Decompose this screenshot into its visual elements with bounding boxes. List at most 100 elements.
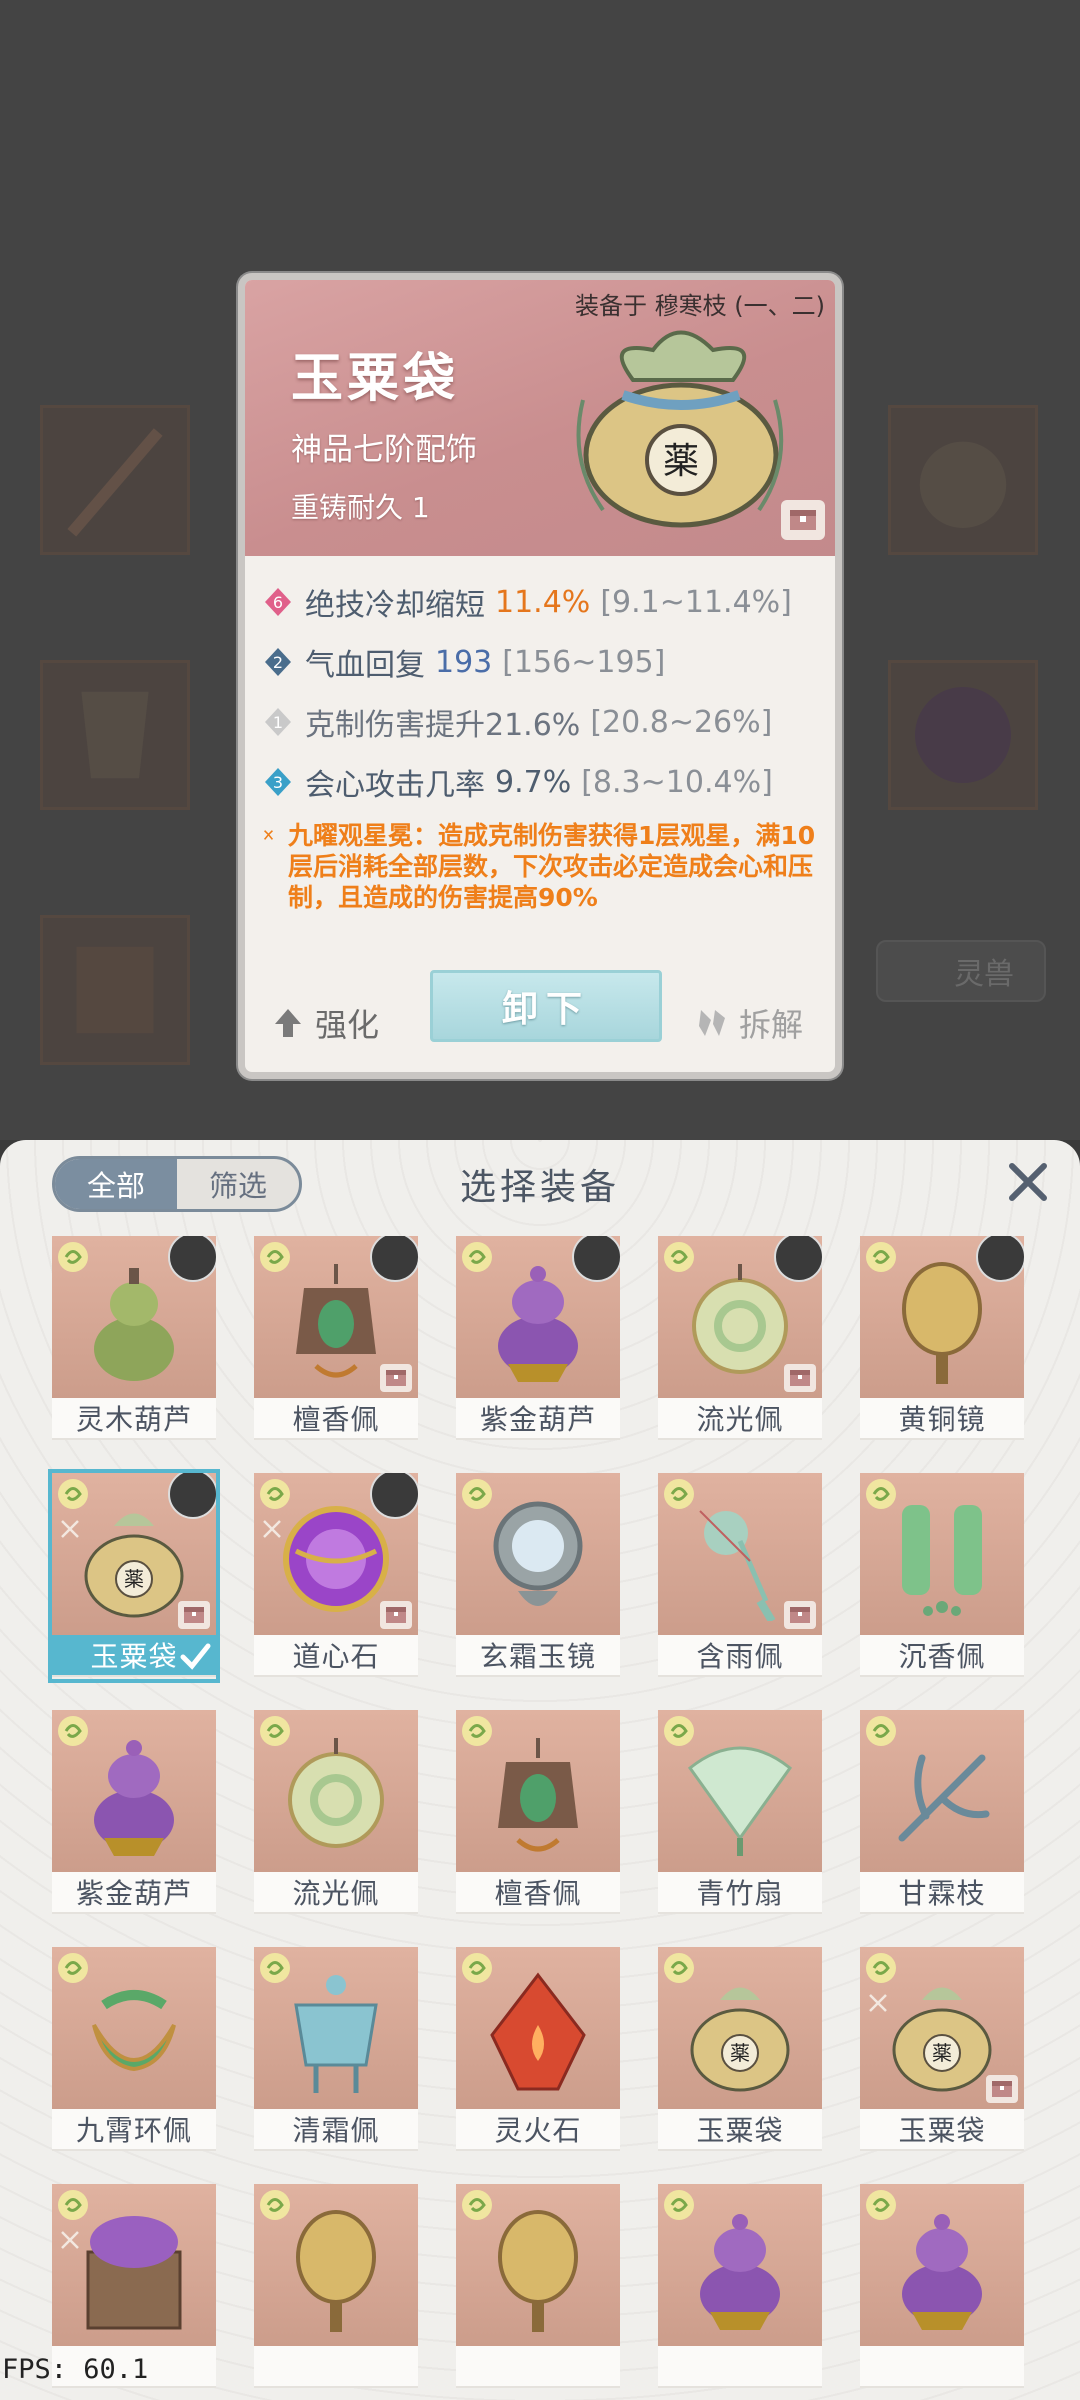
branch-icon: [898, 1754, 990, 1842]
equipment-item[interactable]: 檀香佩: [254, 1236, 418, 1442]
stat-value: 193: [435, 644, 493, 680]
fire-stone-icon: [490, 1972, 586, 2091]
pendant-jade-icon: [498, 1738, 578, 1852]
item-tile: [456, 1473, 620, 1635]
svg-text:薬: 薬: [124, 1567, 144, 1591]
item-tile: 薬: [52, 1473, 216, 1635]
arrow-up-icon: [275, 1009, 301, 1037]
disc-jade-icon: [288, 1738, 384, 1848]
svg-text:1: 1: [273, 713, 283, 732]
equipment-item[interactable]: 灵木葫芦: [52, 1236, 216, 1442]
item-tile: [456, 2184, 620, 2346]
item-name: 甘霖枝: [860, 1872, 1024, 1914]
set-effect: 九曜观星冕：造成克制伤害获得1层观星，满10层后消耗全部层数，下次攻击必定造成会…: [263, 820, 823, 913]
owner-avatar: [976, 1236, 1024, 1282]
box-purple-icon: [86, 2216, 182, 2330]
item-name: 沉香佩: [860, 1635, 1024, 1677]
set-effect-icon: [263, 830, 274, 840]
equipment-item[interactable]: 甘霖枝: [860, 1710, 1024, 1916]
equipment-item[interactable]: [658, 2184, 822, 2390]
equipment-item[interactable]: 薬玉粟袋: [48, 1469, 220, 1683]
item-name: 含雨佩: [658, 1635, 822, 1677]
owner-avatar: [370, 1236, 418, 1282]
owner-avatar: [774, 1236, 822, 1282]
item-name: 流光佩: [658, 1398, 822, 1440]
ring-jade-icon: [92, 1990, 176, 2072]
equipment-item[interactable]: 黄铜镜: [860, 1236, 1024, 1442]
tassel-jade-icon: [699, 1510, 776, 1621]
stat-label: 绝技冷却缩短: [305, 588, 485, 623]
mirror-brass-icon: [296, 2210, 376, 2332]
equipment-item[interactable]: 沉香佩: [860, 1473, 1024, 1679]
equipment-item[interactable]: [860, 2184, 1024, 2390]
jade-chain-icon: [902, 1505, 982, 1616]
fan-icon: [687, 1746, 793, 1856]
close-icon[interactable]: [1004, 1158, 1052, 1206]
mirror-frost-icon: [493, 1501, 583, 1606]
checkmark-icon: [180, 1643, 211, 1670]
equipment-item[interactable]: 薬玉粟袋: [860, 1947, 1024, 2153]
storage-chest-icon: [380, 1601, 412, 1629]
item-name: 玉粟袋: [658, 2109, 822, 2151]
item-name: 青竹扇: [658, 1872, 822, 1914]
equipment-item[interactable]: [254, 2184, 418, 2390]
bg-equip-slot: [888, 405, 1038, 555]
storage-chest-icon: [784, 1601, 816, 1629]
stat-range: [9.1~11.4%]: [600, 584, 792, 620]
stat-label: 克制伤害提升21.6%: [305, 708, 581, 743]
item-tile: [456, 1710, 620, 1872]
item-name: [456, 2346, 620, 2388]
item-tile: [658, 1473, 822, 1635]
unequip-button[interactable]: 卸下: [430, 970, 662, 1042]
item-tile: [860, 1236, 1024, 1398]
item-name: 紫金葫芦: [52, 1872, 216, 1914]
equipment-item[interactable]: [456, 2184, 620, 2390]
rank-badge-icon: 2: [265, 648, 291, 676]
bag-icon: 薬: [892, 1987, 992, 2092]
stat-value: 11.4%: [495, 584, 591, 620]
equipment-item[interactable]: 紫金葫芦: [52, 1710, 216, 1916]
equipment-item[interactable]: 流光佩: [658, 1236, 822, 1442]
stat-range: [20.8~26%]: [590, 704, 773, 740]
stat-row-hp-regen: 2 气血回复 193 [156~195]: [263, 640, 665, 684]
item-name: 清霜佩: [254, 2109, 418, 2151]
item-name: 玄霜玉镜: [456, 1635, 620, 1677]
equipment-item[interactable]: 灵火石: [456, 1947, 620, 2153]
owner-avatar: [168, 1473, 216, 1519]
storage-chest-icon[interactable]: [781, 500, 825, 540]
equipment-item[interactable]: 紫金葫芦: [456, 1236, 620, 1442]
set-effect-text: 九曜观星冕：造成克制伤害获得1层观星，满10层后消耗全部层数，下次攻击必定造成会…: [288, 821, 816, 912]
equipment-item[interactable]: 檀香佩: [456, 1710, 620, 1916]
svg-text:薬: 薬: [663, 441, 699, 482]
gourd-purple-icon: [902, 2214, 982, 2330]
equipment-detail-card: 装备于 穆寒枝 (一、二) 玉粟袋 神品七阶配饰 重铸耐久 1 薬 6 绝技冷却…: [238, 273, 842, 1079]
item-tile: [254, 1710, 418, 1872]
item-tile: [456, 1236, 620, 1398]
equipment-item[interactable]: 流光佩: [254, 1710, 418, 1916]
equipment-item[interactable]: 含雨佩: [658, 1473, 822, 1679]
bg-equip-slot: [40, 660, 190, 810]
item-name: 九霄环佩: [52, 2109, 216, 2151]
item-tile: [658, 1236, 822, 1398]
item-tile: [860, 1710, 1024, 1872]
equipment-item[interactable]: 九霄环佩: [52, 1947, 216, 2153]
item-name: [860, 2346, 1024, 2388]
item-tile: [52, 1947, 216, 2109]
equipment-item[interactable]: 薬玉粟袋: [658, 1947, 822, 2153]
enhance-button[interactable]: 强化: [271, 1000, 379, 1046]
equipment-item[interactable]: 玄霜玉镜: [456, 1473, 620, 1679]
item-reforge-durability: 重铸耐久 1: [291, 491, 430, 524]
bg-spirit-beast-tab: 灵兽: [876, 940, 1046, 1002]
dismantle-button[interactable]: 拆解: [695, 1000, 803, 1046]
storage-chest-icon: [986, 2075, 1018, 2103]
equipment-item[interactable]: 青竹扇: [658, 1710, 822, 1916]
item-bag-illustration: 薬: [576, 330, 784, 528]
item-name: 檀香佩: [456, 1872, 620, 1914]
item-name: 玉粟袋: [860, 2109, 1024, 2151]
equipment-item[interactable]: 道心石: [254, 1473, 418, 1679]
equipment-item[interactable]: 清霜佩: [254, 1947, 418, 2153]
item-name: 流光佩: [254, 1872, 418, 1914]
bg-equip-slot: [40, 405, 190, 555]
gourd-purple-icon: [700, 2214, 780, 2330]
jade-blue-icon: [294, 1975, 378, 2093]
